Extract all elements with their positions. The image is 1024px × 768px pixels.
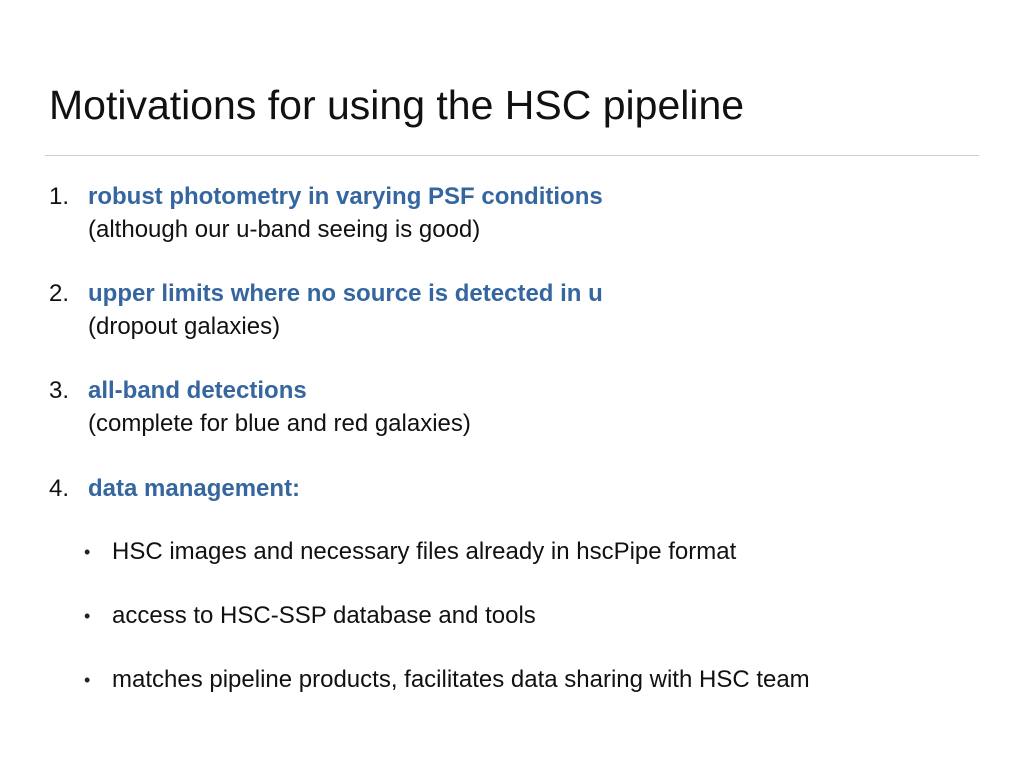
bullet-text: matches pipeline products, facilitates d… — [112, 666, 810, 693]
slide: Motivations for using the HSC pipeline 1… — [0, 0, 1024, 768]
list-heading: robust photometry in varying PSF conditi… — [88, 183, 603, 210]
list-subtext: (although our u-band seeing is good) — [88, 216, 481, 243]
list-number: 2. — [49, 280, 70, 307]
list-number: 3. — [49, 377, 70, 404]
bullet-text: HSC images and necessary files already i… — [112, 538, 737, 565]
list-heading: all-band detections — [88, 377, 307, 404]
bullet-dot-icon: • — [84, 606, 91, 626]
list-subtext: (complete for blue and red galaxies) — [88, 410, 471, 437]
list-heading: upper limits where no source is detected… — [88, 280, 603, 307]
list-number: 4. — [49, 475, 70, 502]
title-divider — [45, 155, 979, 156]
list-number: 1. — [49, 183, 70, 210]
list-subtext: (dropout galaxies) — [88, 313, 281, 340]
slide-title: Motivations for using the HSC pipeline — [49, 82, 745, 128]
bullet-text: access to HSC-SSP database and tools — [112, 602, 536, 629]
list-heading: data management: — [88, 475, 301, 502]
bullet-dot-icon: • — [84, 670, 91, 690]
bullet-dot-icon: • — [84, 542, 91, 562]
